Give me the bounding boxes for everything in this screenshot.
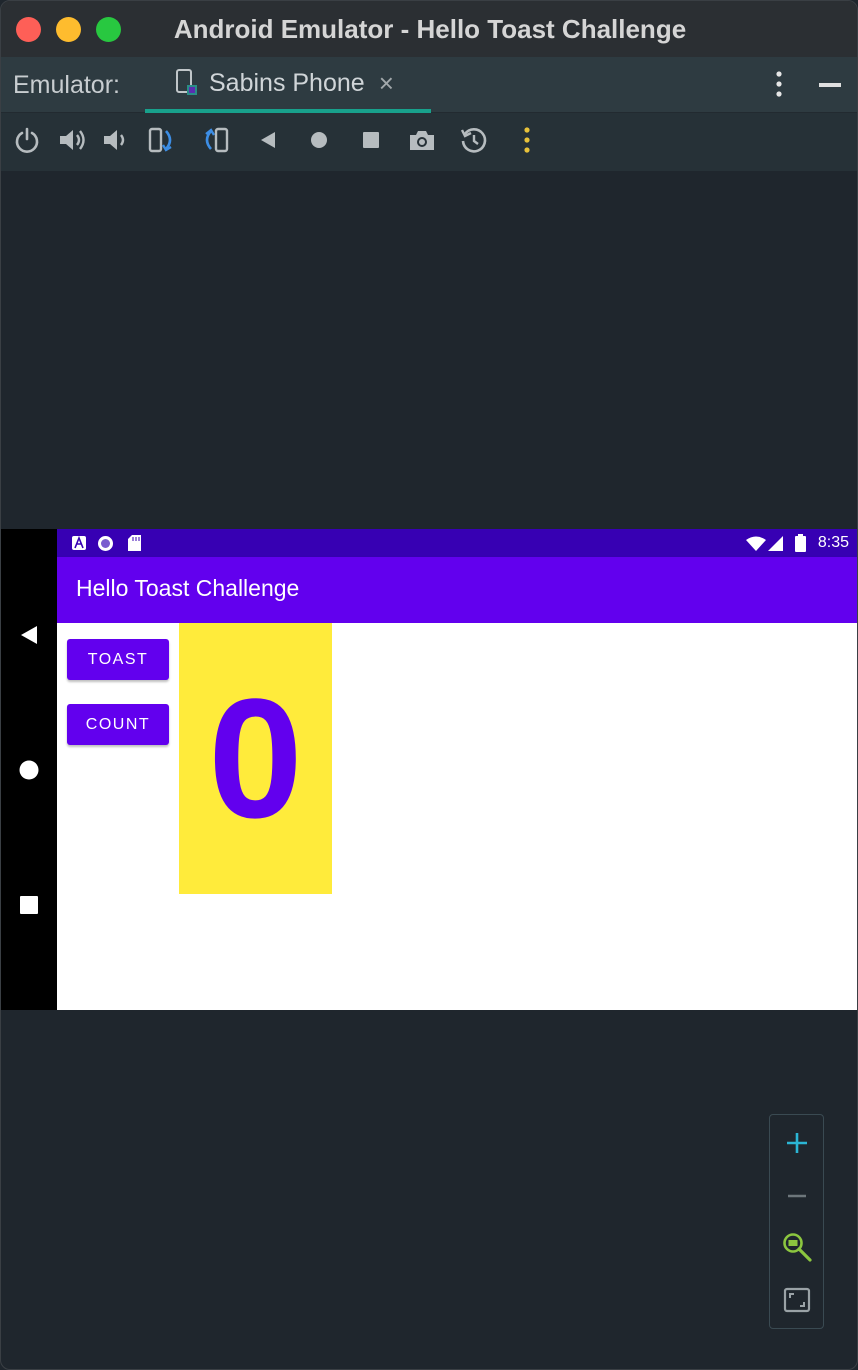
nav-overview-icon[interactable] [20, 896, 38, 914]
minimize-panel-icon[interactable] [819, 83, 841, 87]
rotate-right-icon[interactable] [200, 125, 230, 155]
navigation-bar [1, 529, 57, 1010]
maximize-window-button[interactable] [96, 17, 121, 42]
wifi-icon [746, 536, 766, 551]
count-value: 0 [208, 663, 303, 854]
volume-down-icon[interactable] [101, 125, 131, 155]
zoom-fit-icon[interactable] [781, 1284, 813, 1316]
device-screen[interactable]: 8:35 Hello Toast Challenge TOAST COUNT 0 [1, 529, 857, 1010]
status-time: 8:35 [817, 534, 849, 551]
device-icon [176, 69, 197, 95]
power-icon[interactable] [12, 125, 42, 155]
app-bar: Hello Toast Challenge [57, 557, 857, 623]
emulator-toolbar [1, 113, 857, 171]
count-display: 0 [179, 623, 332, 894]
window-title: Android Emulator - Hello Toast Challenge [173, 13, 687, 44]
signal-icon [768, 536, 783, 551]
more-options-icon[interactable] [771, 69, 787, 99]
status-bar: 8:35 [57, 529, 857, 557]
tab-bar: Emulator: Sabins Phone × [1, 57, 857, 113]
tab-sabins-phone[interactable]: Sabins Phone × [145, 57, 431, 113]
zoom-in-icon[interactable] [781, 1127, 813, 1159]
sync-notification-icon [98, 536, 113, 551]
zoom-panel [769, 1114, 824, 1329]
count-button[interactable]: COUNT [67, 704, 169, 745]
sd-card-icon [128, 535, 141, 551]
app-notification-icon [72, 536, 86, 550]
extended-controls-icon[interactable] [512, 125, 542, 155]
close-window-button[interactable] [16, 17, 41, 42]
tab-label: Sabins Phone [209, 68, 365, 97]
back-icon[interactable] [253, 125, 283, 155]
minimize-window-button[interactable] [56, 17, 81, 42]
app-title: Hello Toast Challenge [76, 575, 300, 601]
title-bar: Android Emulator - Hello Toast Challenge [1, 1, 857, 57]
screenshot-icon[interactable] [407, 125, 437, 155]
zoom-actual-size-icon[interactable] [781, 1231, 813, 1263]
zoom-out-icon[interactable] [781, 1180, 813, 1212]
snapshot-icon[interactable] [459, 125, 489, 155]
emulator-window: Android Emulator - Hello Toast Challenge… [0, 0, 858, 1370]
rotate-left-icon[interactable] [147, 125, 177, 155]
tab-close-icon[interactable]: × [379, 68, 394, 99]
volume-up-icon[interactable] [57, 125, 87, 155]
toast-button[interactable]: TOAST [67, 639, 169, 680]
overview-icon[interactable] [356, 125, 386, 155]
emulator-label: Emulator: [13, 71, 120, 99]
nav-back-icon[interactable] [18, 624, 40, 646]
battery-icon [795, 534, 806, 552]
home-icon[interactable] [304, 125, 334, 155]
app-content: TOAST COUNT 0 [57, 623, 857, 1010]
nav-home-icon[interactable] [18, 759, 40, 781]
